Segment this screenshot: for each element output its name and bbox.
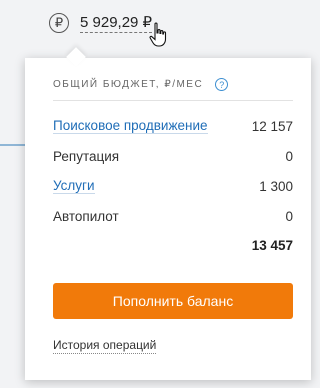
ruble-icon: ₽ xyxy=(49,13,69,33)
search-promotion-amount: 12 157 xyxy=(251,118,293,134)
header-divider xyxy=(53,100,293,101)
operations-history-link[interactable]: История операций xyxy=(53,338,157,354)
budget-header-title: ОБЩИЙ БЮДЖЕТ, ₽/МЕС xyxy=(53,79,204,90)
balance-widget[interactable]: ₽ 5 929,29 ₽ xyxy=(49,10,153,36)
budget-row-services: Услуги 1 300 xyxy=(53,176,293,196)
balance-value[interactable]: 5 929,29 ₽ xyxy=(80,14,153,33)
budget-total: 13 457 xyxy=(251,238,293,253)
hand-cursor-icon xyxy=(149,22,167,47)
background-line xyxy=(0,144,26,146)
services-link[interactable]: Услуги xyxy=(53,178,95,194)
budget-dropdown: ОБЩИЙ БЮДЖЕТ, ₽/МЕС ? Поисковое продвиже… xyxy=(25,47,311,380)
budget-row-search-promotion: Поисковое продвижение 12 157 xyxy=(53,116,293,136)
reputation-label: Репутация xyxy=(53,148,120,164)
help-icon[interactable]: ? xyxy=(215,78,229,91)
services-amount: 1 300 xyxy=(259,178,293,194)
budget-list: Поисковое продвижение 12 157 Репутация 0… xyxy=(53,116,293,236)
budget-header: ОБЩИЙ БЮДЖЕТ, ₽/МЕС ? xyxy=(53,78,293,91)
autopilot-label: Автопилот xyxy=(53,208,119,224)
budget-row-autopilot: Автопилот 0 xyxy=(53,206,293,226)
budget-row-reputation: Репутация 0 xyxy=(53,146,293,166)
autopilot-amount: 0 xyxy=(285,208,293,224)
search-promotion-link[interactable]: Поисковое продвижение xyxy=(53,118,208,134)
reputation-amount: 0 xyxy=(285,148,293,164)
dropdown-caret xyxy=(66,47,86,67)
topup-balance-button[interactable]: Пополнить баланс xyxy=(53,283,293,319)
